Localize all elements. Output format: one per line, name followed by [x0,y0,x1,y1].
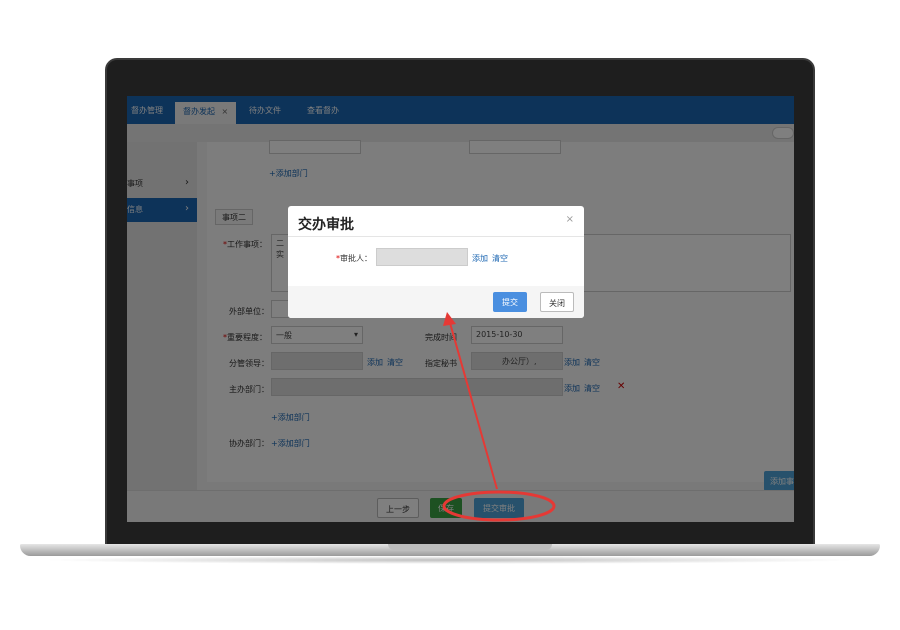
arrow-head-icon [443,312,456,326]
laptop-base [20,544,880,556]
annotation-circle [442,490,556,522]
annotation-layer [442,312,556,522]
screen: 督办管理 督办发起 × 待办文件 查看督办 事项 › 信息 › +添加部门 事项… [127,96,794,522]
annotation-arrow [449,322,498,490]
laptop-notch [388,544,552,550]
laptop-shadow [40,556,860,564]
